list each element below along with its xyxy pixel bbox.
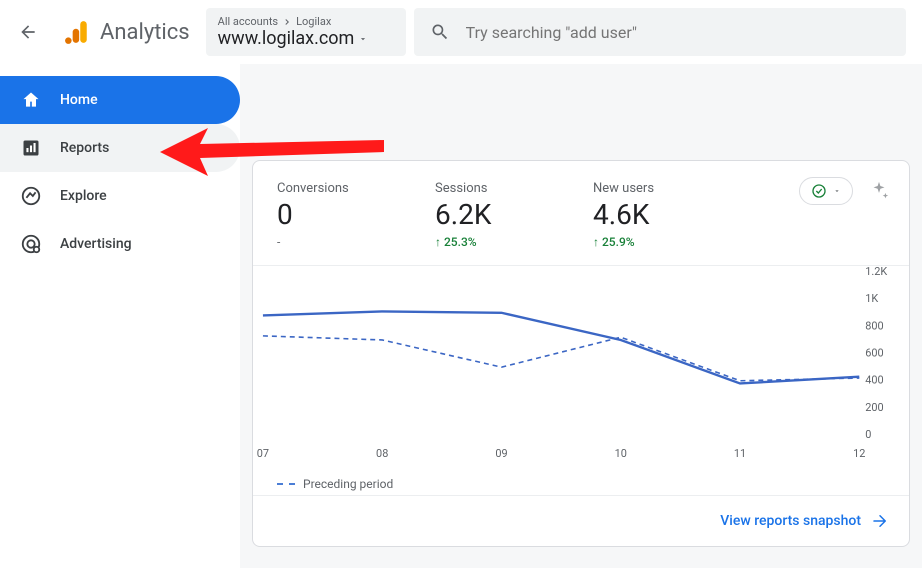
legend-dash-icon [277,483,295,485]
search-input[interactable] [466,23,890,42]
sparkle-icon [868,180,890,202]
metric-sessions-value: 6.2K [435,200,545,231]
metric-new-users-value: 4.6K [593,200,703,231]
property-selector[interactable]: All accounts Logilax www.logilax.com [206,8,406,56]
status-pill[interactable] [799,177,853,205]
breadcrumb-root: All accounts [218,15,278,28]
metric-conversions-value: 0 [277,200,387,231]
nav-reports[interactable]: Reports [0,124,240,172]
search-bar[interactable] [414,8,906,56]
analytics-logo: Analytics [56,19,198,45]
nav-explore[interactable]: Explore [0,172,240,220]
nav-home[interactable]: Home [0,76,240,124]
advertising-icon [20,233,42,255]
svg-text:11: 11 [734,447,746,460]
svg-text:08: 08 [376,447,388,460]
arrow-right-icon [871,512,889,530]
explore-icon [20,185,42,207]
svg-text:07: 07 [257,447,269,460]
arrow-left-icon [18,22,38,42]
insights-button[interactable] [865,177,893,205]
svg-text:0: 0 [865,428,871,441]
metric-new-users-label: New users [593,181,703,196]
main-content: Conversions 0 - Sessions 6.2K ↑ 25.3% Ne… [240,64,922,568]
metric-new-users-delta: ↑ 25.9% [593,235,703,249]
nav-home-label: Home [60,92,98,108]
svg-text:10: 10 [615,447,627,460]
svg-text:1K: 1K [865,292,878,305]
nav-explore-label: Explore [60,188,107,204]
view-reports-link[interactable]: View reports snapshot [720,513,861,529]
svg-text:400: 400 [865,374,883,387]
sessions-chart: 1.2K 1K 800 600 400 200 0 07 08 09 10 11 12 [253,265,909,465]
svg-text:200: 200 [865,401,883,414]
reports-icon [20,137,42,159]
sidebar-nav: Home Reports Explore Advertising [0,64,240,568]
nav-advertising-label: Advertising [60,236,132,252]
search-icon [430,22,450,42]
svg-text:12: 12 [853,447,865,460]
card-footer: View reports snapshot [253,495,909,546]
svg-text:800: 800 [865,319,883,332]
nav-reports-label: Reports [60,140,109,156]
breadcrumb-account: Logilax [296,15,331,28]
caret-down-icon [833,187,841,195]
caret-down-icon [358,34,368,44]
chevron-right-icon [282,17,292,27]
metric-conversions-delta: - [277,235,387,249]
svg-text:09: 09 [495,447,507,460]
property-breadcrumb: All accounts Logilax [218,15,394,28]
metric-sessions-label: Sessions [435,181,545,196]
metric-new-users[interactable]: New users 4.6K ↑ 25.9% [593,181,703,249]
metric-conversions-label: Conversions [277,181,387,196]
metric-sessions-delta: ↑ 25.3% [435,235,545,249]
nav-advertising[interactable]: Advertising [0,220,240,268]
back-button[interactable] [8,12,48,52]
svg-text:600: 600 [865,346,883,359]
metric-sessions[interactable]: Sessions 6.2K ↑ 25.3% [435,181,545,249]
svg-text:1.2K: 1.2K [865,266,887,278]
brand-name: Analytics [100,20,190,45]
home-icon [20,89,42,111]
property-domain: www.logilax.com [218,28,355,49]
insights-card: Conversions 0 - Sessions 6.2K ↑ 25.3% Ne… [252,160,910,547]
metric-conversions[interactable]: Conversions 0 - [277,181,387,249]
analytics-logo-icon [64,19,90,45]
check-circle-icon [811,183,827,199]
chart-legend: Preceding period [253,465,909,495]
metrics-row: Conversions 0 - Sessions 6.2K ↑ 25.3% Ne… [253,161,909,265]
legend-preceding-label: Preceding period [303,477,393,491]
